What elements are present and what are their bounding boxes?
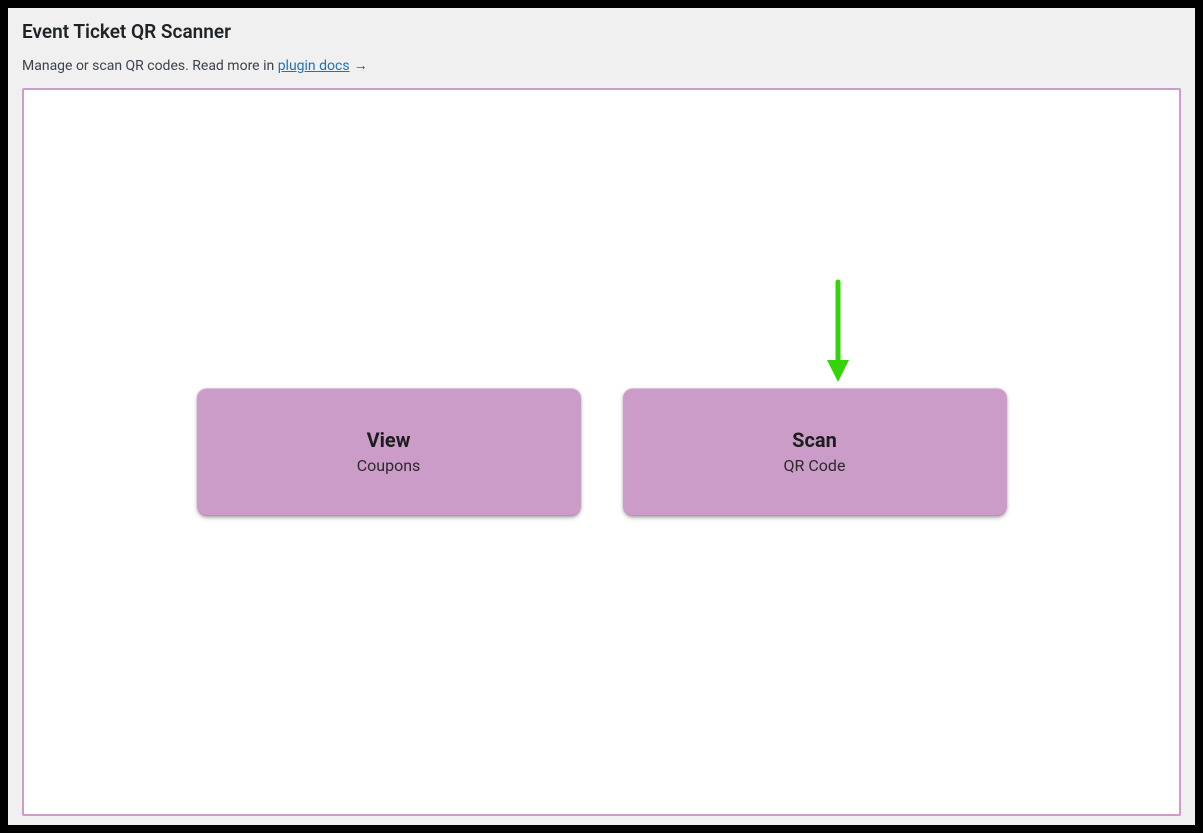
view-card-subtitle: Coupons xyxy=(357,456,421,475)
arrow-right-icon: → xyxy=(354,58,368,74)
scan-qr-button[interactable]: Scan QR Code xyxy=(623,388,1007,516)
scan-card-subtitle: QR Code xyxy=(784,456,846,475)
view-card-title: View xyxy=(367,428,411,452)
subtitle-text: Manage or scan QR codes. Read more in xyxy=(22,58,278,74)
annotation-arrow-icon xyxy=(818,278,858,388)
main-panel: View Coupons Scan QR Code xyxy=(22,88,1181,816)
admin-page: Event Ticket QR Scanner Manage or scan Q… xyxy=(8,8,1195,825)
window-frame: Event Ticket QR Scanner Manage or scan Q… xyxy=(0,0,1203,833)
view-coupons-button[interactable]: View Coupons xyxy=(197,388,581,516)
scan-card-title: Scan xyxy=(792,428,837,452)
plugin-docs-link[interactable]: plugin docs xyxy=(278,58,350,74)
page-subtitle: Manage or scan QR codes. Read more in pl… xyxy=(22,57,1181,74)
page-title: Event Ticket QR Scanner xyxy=(22,20,1181,45)
